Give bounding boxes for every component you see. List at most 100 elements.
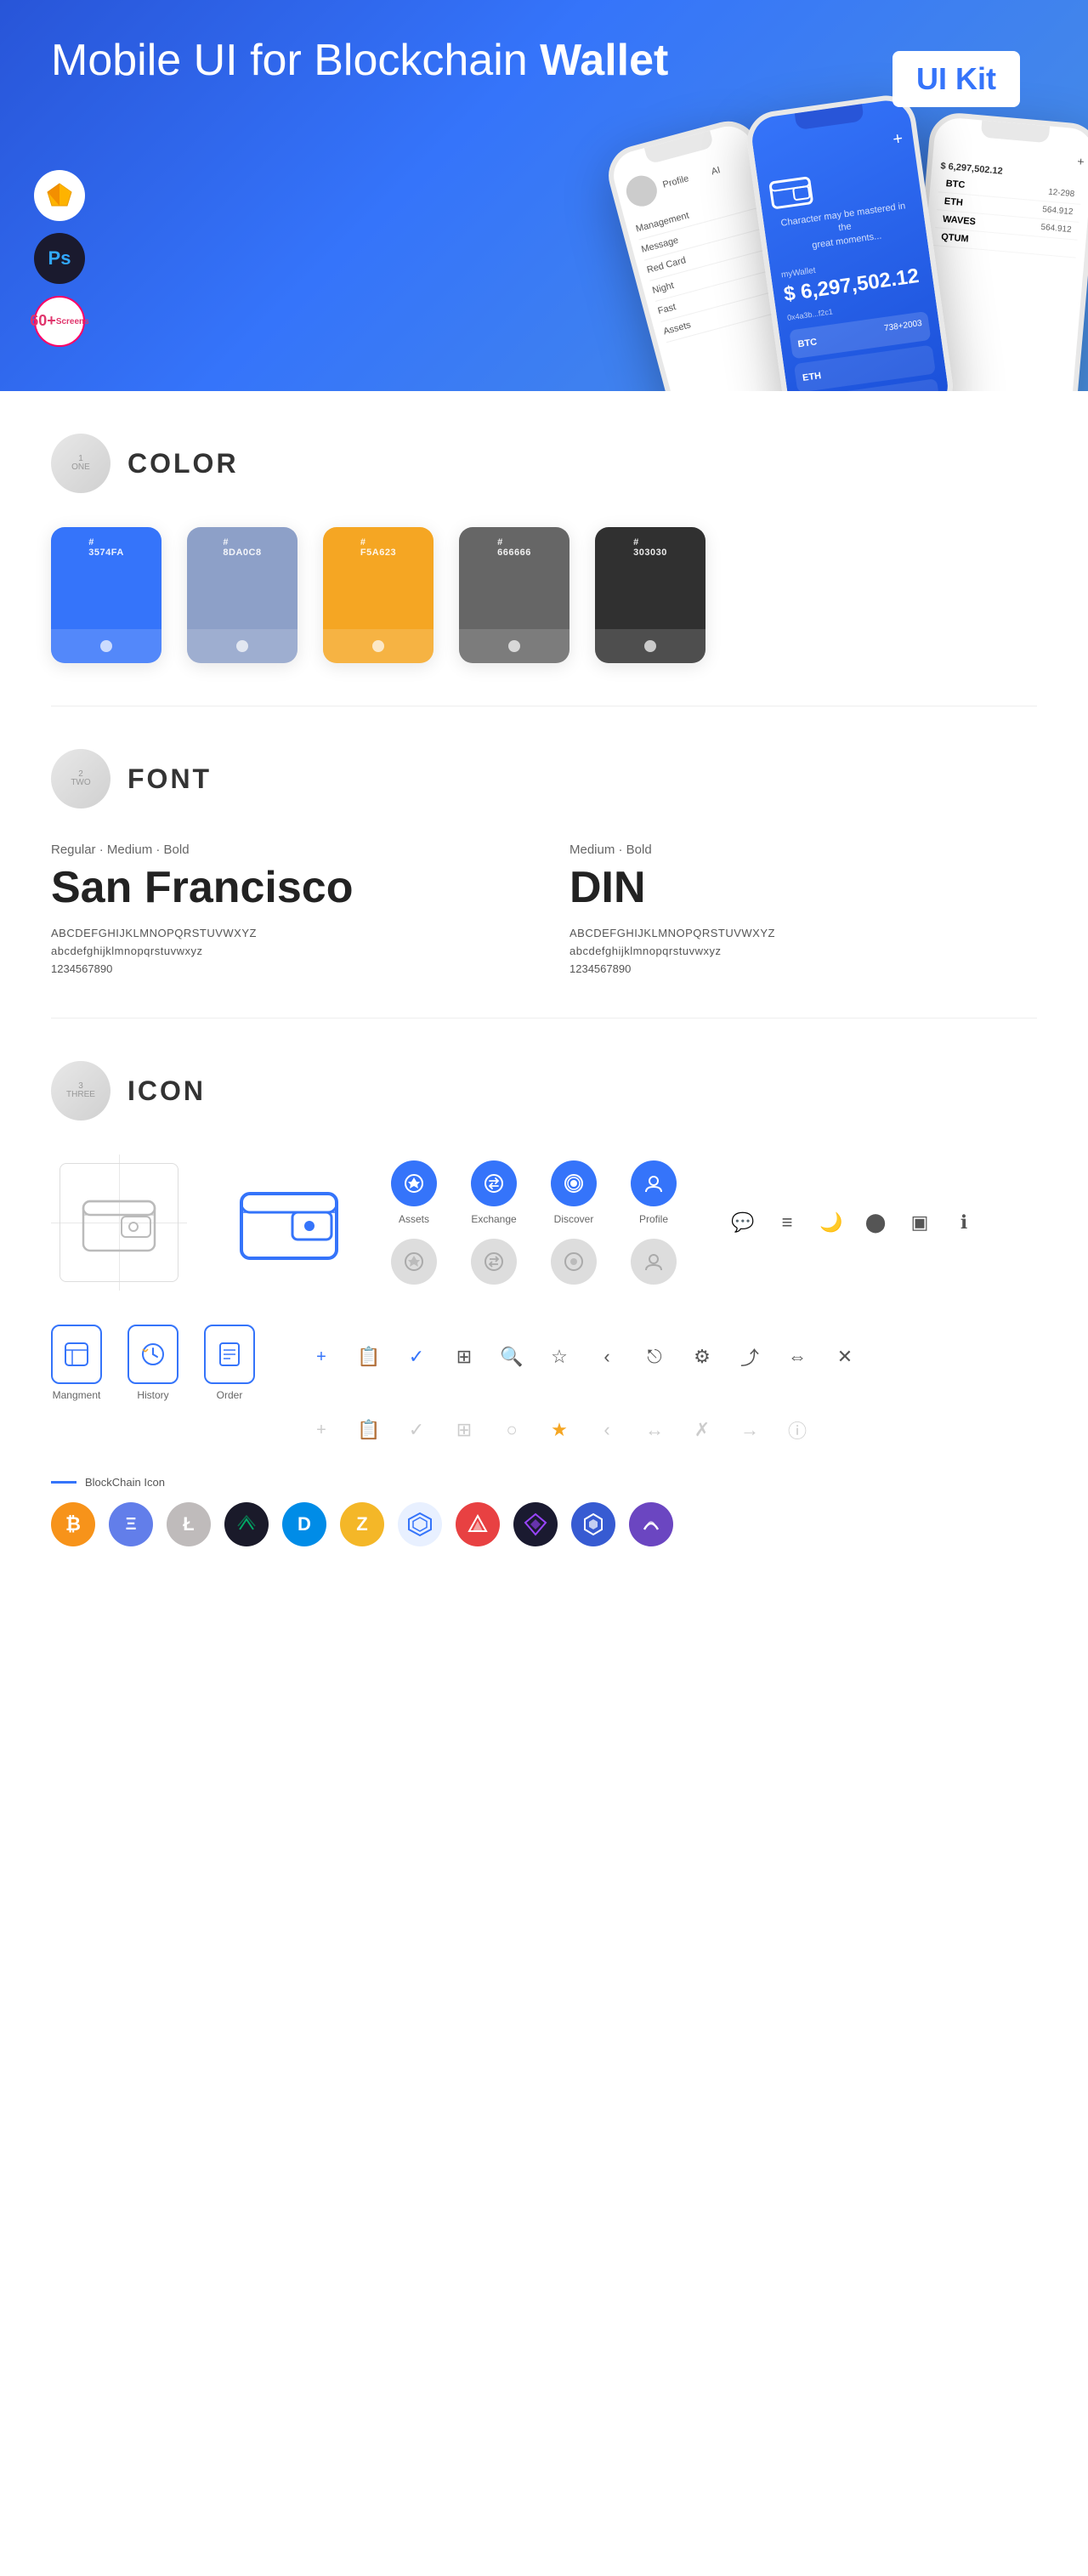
profile-icon-outline — [631, 1239, 677, 1285]
gear-icon: ⚙ — [687, 1342, 717, 1372]
poly-icon — [398, 1502, 442, 1546]
sketch-icon — [44, 180, 75, 211]
nav-assets-outline — [391, 1239, 437, 1285]
swatch-dark: #303030 — [595, 527, 706, 663]
ltc-icon: Ł — [167, 1502, 211, 1546]
color-swatches: #3574FA #8DA0C8 #F5A623 #666666 #303030 — [51, 527, 1037, 663]
link-icon — [571, 1502, 615, 1546]
font-number: 2 TWO — [51, 749, 110, 809]
order-icon — [204, 1325, 255, 1384]
qr-icon: ⊞ — [449, 1342, 479, 1372]
history-icon — [128, 1325, 178, 1384]
search-icon: 🔍 — [496, 1342, 527, 1372]
nav-icons-row-filled: Assets Exchange — [391, 1160, 677, 1225]
small-icons-row-2: + 📋 ✓ ⊞ ○ ★ ‹ ↔ ✗ → ⓘ — [306, 1415, 860, 1445]
list-icon-gray: 📋 — [354, 1415, 384, 1445]
nav-icons-column: Assets Exchange — [391, 1160, 677, 1285]
din-upper: ABCDEFGHIJKLMNOPQRSTUVWXYZ — [570, 927, 1037, 939]
font-sf: Regular · Medium · Bold San Francisco AB… — [51, 843, 518, 975]
phone-right-screen: + $ 6,297,502.12 BTC 12-298 ETH 564.912 … — [924, 133, 1088, 268]
blockchain-label: BlockChain Icon — [85, 1476, 165, 1489]
solid-wallet-svg — [238, 1180, 340, 1265]
nav-profile-outline — [631, 1239, 677, 1285]
qr-icon-gray: ⊞ — [449, 1415, 479, 1445]
close-icon: ✕ — [830, 1342, 860, 1372]
sf-lower: abcdefghijklmnopqrstuvwxyz — [51, 945, 518, 957]
app-order: Order — [204, 1325, 255, 1401]
search-icon-gray: ○ — [496, 1415, 527, 1445]
hero-section: Mobile UI for Blockchain Wallet UI Kit P… — [0, 0, 1088, 391]
avatar — [623, 173, 660, 210]
circle-icon: ⬤ — [860, 1207, 891, 1238]
font-title: FONT — [128, 763, 212, 795]
nav-discover: Discover — [551, 1160, 597, 1225]
chevron-left-icon: ‹ — [592, 1342, 622, 1372]
swatch-blue: #3574FA — [51, 527, 162, 663]
hero-text: Mobile UI for Blockchain Wallet — [51, 34, 668, 87]
ps-label: Ps — [48, 247, 71, 270]
check-icon-gray: ✓ — [401, 1415, 432, 1445]
font-din: Medium · Bold DIN ABCDEFGHIJKLMNOPQRSTUV… — [570, 843, 1037, 975]
star-icon-filled: ★ — [544, 1415, 575, 1445]
hero-title: Mobile UI for Blockchain Wallet — [51, 34, 668, 87]
badge-row: Ps 60+ Screens — [34, 170, 85, 347]
icon-display-row: Assets Exchange — [51, 1155, 1037, 1291]
app-history: History — [128, 1325, 178, 1401]
star-icon: ☆ — [544, 1342, 575, 1372]
eth-icon: Ξ — [109, 1502, 153, 1546]
tagline: Character may be mastered in thegreat mo… — [774, 199, 917, 258]
color-number: 1 ONE — [51, 434, 110, 493]
matic-icon — [629, 1502, 673, 1546]
icon-section: 3 THREE ICON — [51, 1018, 1037, 1623]
icon-wireframe-outer — [51, 1155, 187, 1291]
swatch-gray-blue: #8DA0C8 — [187, 527, 298, 663]
plus-icon: + — [306, 1342, 337, 1372]
nav-icons-row-outline — [391, 1239, 677, 1285]
app-management: Mangment — [51, 1325, 102, 1401]
upload-icon: ⤴ — [734, 1342, 765, 1372]
color-header: 1 ONE COLOR — [51, 434, 1037, 493]
assets-icon — [391, 1160, 437, 1206]
app-icons-row: Mangment History — [51, 1325, 1037, 1462]
sf-upper: ABCDEFGHIJKLMNOPQRSTUVWXYZ — [51, 927, 518, 939]
profile-label: Profile — [661, 173, 689, 190]
nav-exchange: Exchange — [471, 1160, 517, 1225]
dash-icon: D — [282, 1502, 326, 1546]
icon-solid-display — [238, 1180, 340, 1265]
management-icon — [51, 1325, 102, 1384]
din-label: Medium · Bold — [570, 843, 1037, 857]
misc-row-1: 💬 ≡ 🌙 ⬤ ▣ ℹ — [728, 1207, 979, 1238]
swatch-orange: #F5A623 — [323, 527, 434, 663]
ps-badge: Ps — [34, 233, 85, 284]
misc-icons-col: 💬 ≡ 🌙 ⬤ ▣ ℹ — [728, 1207, 979, 1238]
sf-name: San Francisco — [51, 862, 518, 913]
icon-header: 3 THREE ICON — [51, 1061, 1037, 1121]
font-header: 2 TWO FONT — [51, 749, 1037, 809]
arrows-icon-gray: ↔ — [639, 1415, 670, 1445]
ai-label: AI — [711, 165, 722, 177]
icon-number: 3 THREE — [51, 1061, 110, 1121]
wallet-svg — [768, 171, 814, 211]
discover-icon-outline — [551, 1239, 597, 1285]
assets-icon-outline — [391, 1239, 437, 1285]
din-lower: abcdefghijklmnopqrstuvwxyz — [570, 945, 1037, 957]
main-content: 1 ONE COLOR #3574FA #8DA0C8 #F5A623 #666… — [0, 391, 1088, 1623]
nav-discover-outline — [551, 1239, 597, 1285]
screens-badge: 60+ Screens — [34, 296, 85, 347]
color-section: 1 ONE COLOR #3574FA #8DA0C8 #F5A623 #666… — [51, 391, 1037, 706]
check-icon: ✓ — [401, 1342, 432, 1372]
zec-icon: Z — [340, 1502, 384, 1546]
exchange-icon — [471, 1160, 517, 1206]
message-icon: ▣ — [904, 1207, 935, 1238]
small-icons-block: + 📋 ✓ ⊞ 🔍 ☆ ‹ ⎋ ⚙ ⤴ ⇔ ✕ + 📋 ✓ — [306, 1325, 860, 1462]
color-title: COLOR — [128, 448, 239, 479]
phone-center: + Character may be mastered in thegreat … — [744, 92, 957, 391]
info-icon-gray: ⓘ — [782, 1415, 813, 1445]
phones-container: Profile AI Management Message Red Card N… — [612, 102, 1088, 391]
dia-icon — [513, 1502, 558, 1546]
din-name: DIN — [570, 862, 1037, 913]
exchange-icon-outline — [471, 1239, 517, 1285]
blockchain-line — [51, 1481, 76, 1484]
font-section: 2 TWO FONT Regular · Medium · Bold San F… — [51, 706, 1037, 1018]
font-grid: Regular · Medium · Bold San Francisco AB… — [51, 843, 1037, 975]
